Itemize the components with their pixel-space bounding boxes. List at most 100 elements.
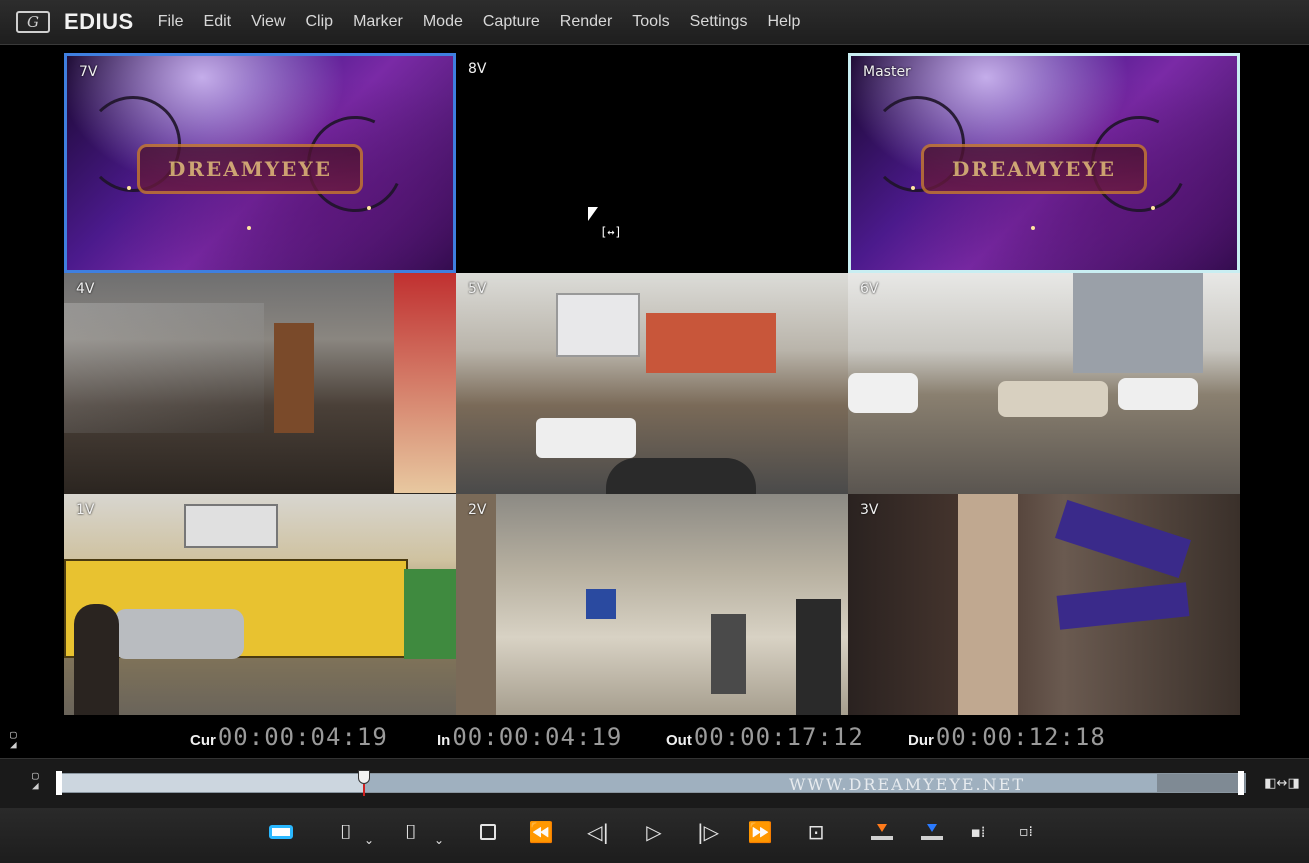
step-back-icon[interactable]: ◁| [582, 818, 614, 846]
sparkle [911, 186, 915, 190]
billboard-image [556, 293, 640, 357]
menu-marker[interactable]: Marker [343, 13, 413, 31]
pillar-image [456, 494, 496, 715]
out-dropdown-icon[interactable]: ⌄ [432, 826, 446, 854]
rewind-icon[interactable]: ⏪ [525, 818, 557, 846]
in-value[interactable]: 00:00:04:19 [452, 723, 622, 751]
escalator-image [64, 303, 264, 433]
mouse-cursor-icon [588, 207, 598, 221]
green-bus-image [404, 569, 456, 659]
golden-rose-sign-image [1056, 582, 1190, 630]
menu-view[interactable]: View [241, 13, 295, 31]
playback-mode-icon[interactable] [265, 818, 297, 846]
camera-cell-3v[interactable]: 3V [848, 494, 1240, 715]
dur-label: Dur [908, 732, 934, 749]
out-timecode[interactable]: Out 00:00:17:12 [666, 723, 864, 751]
cur-timecode[interactable]: Cur 00:00:04:19 [190, 723, 388, 751]
van-image [536, 418, 636, 458]
set-in-icon[interactable]: ⌷ [330, 818, 362, 846]
menu-settings[interactable]: Settings [680, 13, 758, 31]
app-name: EDIUS [64, 9, 134, 34]
play-icon[interactable]: ▷ [638, 818, 670, 846]
column-image [274, 323, 314, 433]
billboard-image [184, 504, 278, 548]
in-label: In [437, 732, 451, 749]
cur-label: Cur [190, 732, 216, 749]
camera-label: 8V [468, 61, 487, 77]
camera-label: 5V [468, 281, 487, 297]
playhead-line [362, 784, 365, 796]
camera-cell-4v[interactable]: 4V [64, 273, 456, 494]
slider-end-marker [1238, 771, 1244, 795]
camera-label: 6V [860, 281, 879, 297]
camera-label: 4V [76, 281, 95, 297]
camera-cell-2v[interactable]: 2V [456, 494, 848, 715]
title-card-text: DREAMYEYE [921, 144, 1147, 194]
grass-valley-logo-icon: G [16, 11, 50, 33]
title-card-text: DREAMYEYE [137, 144, 363, 194]
sparkle [127, 186, 131, 190]
camera-cell-7v[interactable]: DREAMYEYE 7V [64, 53, 456, 273]
dur-timecode[interactable]: Dur 00:00:12:18 [908, 723, 1106, 751]
overwrite-to-timeline-icon[interactable] [916, 818, 948, 846]
in-dropdown-icon[interactable]: ⌄ [362, 826, 376, 854]
golden-rose-sign-image [1055, 499, 1191, 579]
camera-cell-5v[interactable]: 5V [456, 273, 848, 494]
insert-to-timeline-icon[interactable] [866, 818, 898, 846]
audio-level-icon[interactable]: ▢ ◢ [10, 729, 22, 750]
in-out-range [363, 774, 1158, 792]
playhead-icon [357, 770, 370, 784]
menu-mode[interactable]: Mode [413, 13, 473, 31]
add-multicam-icon[interactable]: ▪⁞ [962, 818, 994, 846]
loop-icon[interactable]: ⊡ [800, 818, 832, 846]
stop-icon[interactable] [472, 818, 504, 846]
title-card-image: DREAMYEYE [851, 56, 1237, 270]
out-label: Out [666, 732, 692, 749]
multicam-viewer: DREAMYEYE 7V 8V [↔] DREAMYEYE Master 4V … [0, 45, 1309, 758]
camera-label: Master [863, 64, 911, 80]
set-out-icon[interactable]: ⌷ [395, 818, 427, 846]
pedestrian-image [796, 599, 841, 715]
camera-cell-8v[interactable]: 8V [↔] [456, 53, 848, 273]
clip-drag-cursor-icon: [↔] [600, 225, 622, 239]
car-image [114, 609, 244, 659]
watermark-text: WWW.DREAMYEYE.NET [788, 775, 1025, 794]
audio-level-icon[interactable]: ▢ ◢ [32, 770, 44, 791]
menu-file[interactable]: File [148, 13, 194, 31]
sync-toggle-icon[interactable]: ◧↔◨ [1262, 769, 1302, 797]
menu-render[interactable]: Render [550, 13, 622, 31]
cur-value[interactable]: 00:00:04:19 [218, 723, 388, 751]
screen-image [586, 589, 616, 619]
pedestrian-image [711, 614, 746, 694]
playhead-handle[interactable] [357, 770, 370, 796]
camera-cell-master[interactable]: DREAMYEYE Master [848, 53, 1240, 273]
menu-clip[interactable]: Clip [296, 13, 344, 31]
menu-help[interactable]: Help [757, 13, 810, 31]
fast-forward-icon[interactable]: ⏩ [744, 818, 776, 846]
title-card-image: DREAMYEYE [67, 56, 453, 270]
camera-label: 2V [468, 502, 487, 518]
camera-label: 1V [76, 502, 95, 518]
car-image [1118, 378, 1198, 410]
multicam-grid: DREAMYEYE 7V 8V [↔] DREAMYEYE Master 4V … [64, 53, 1240, 715]
sparkle [367, 206, 371, 210]
sparkle [1031, 226, 1035, 230]
car-image [606, 458, 756, 494]
menu-tools[interactable]: Tools [622, 13, 679, 31]
step-forward-icon[interactable]: |▷ [692, 818, 724, 846]
menu-capture[interactable]: Capture [473, 13, 550, 31]
camera-cell-1v[interactable]: 1V [64, 494, 456, 715]
pillar-image [958, 494, 1018, 715]
out-value[interactable]: 00:00:17:12 [694, 723, 864, 751]
camera-cell-6v[interactable]: 6V [848, 273, 1240, 494]
building-image [1073, 273, 1203, 373]
timecode-row: ▢ ◢ Cur 00:00:04:19 In 00:00:04:19 Out 00… [0, 720, 1309, 754]
sync-multicam-icon[interactable]: ▫⁞ [1010, 818, 1042, 846]
in-timecode[interactable]: In 00:00:04:19 [437, 723, 622, 751]
menu-edit[interactable]: Edit [194, 13, 242, 31]
slider-end-region [1157, 774, 1245, 792]
transport-toolbar: ⌷ ⌄ ⌷ ⌄ ⏪ ◁| ▷ |▷ ⏩ ⊡ ▪⁞ ▫⁞ [0, 808, 1309, 863]
position-slider[interactable]: WWW.DREAMYEYE.NET [58, 770, 1246, 796]
dur-value[interactable]: 00:00:12:18 [936, 723, 1106, 751]
camera-label: 3V [860, 502, 879, 518]
